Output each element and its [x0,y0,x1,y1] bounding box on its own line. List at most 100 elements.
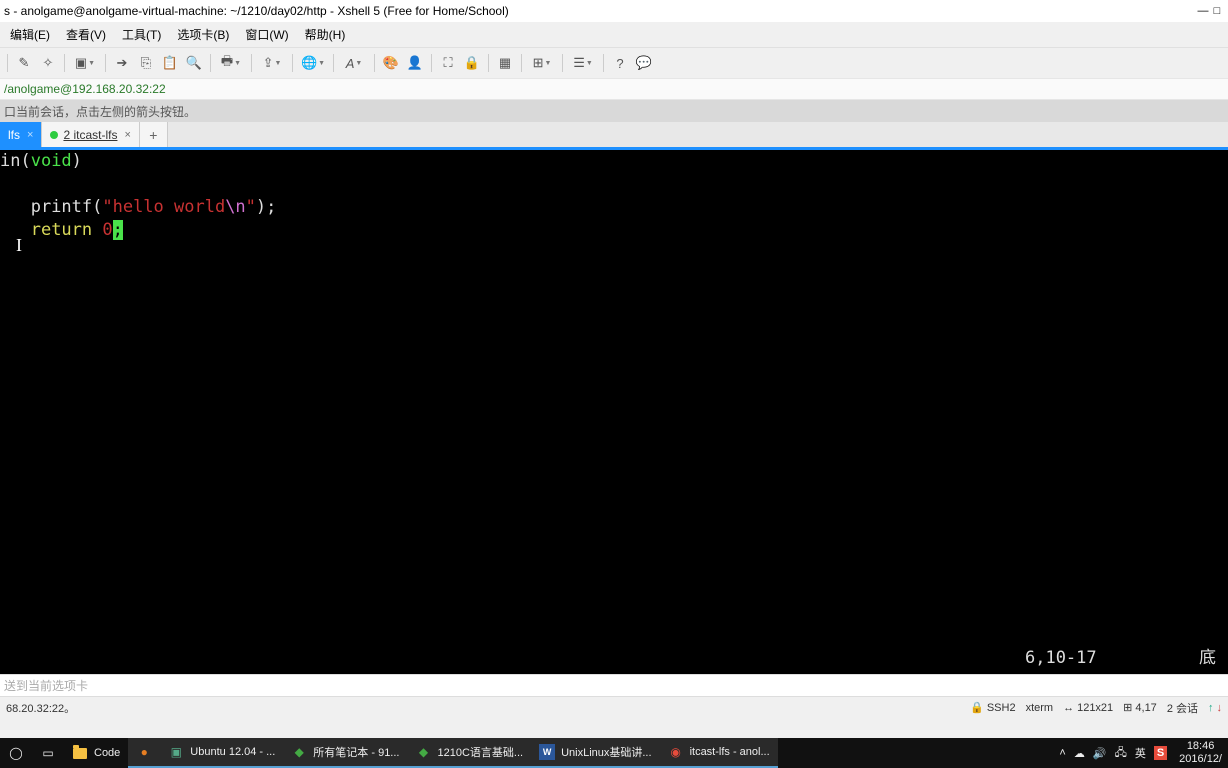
copy-icon[interactable]: ⎘ [135,52,157,74]
tab-lfs[interactable]: lfs × [0,122,42,147]
address-text: /anolgame@192.168.20.32:22 [4,82,166,96]
lock-icon[interactable]: 🔒 [461,52,483,74]
status-pos: ⊞4,17 [1123,701,1157,714]
window-titlebar: s - anolgame@anolgame-virtual-machine: ~… [0,0,1228,22]
close-icon[interactable]: × [124,129,130,141]
circle-icon: ◯ [8,745,24,761]
print-icon[interactable]: 🖶▼ [216,52,246,74]
status-term: xterm [1026,702,1054,714]
hint-bar: 口当前会话，点击左侧的箭头按钮。 [0,100,1228,122]
add-tab-button[interactable]: + [140,122,168,147]
elephant-icon: ◆ [415,744,431,760]
status-bar: 68.20.32:22。 🔒SSH2 xterm ↔121x21 ⊞4,17 2… [0,696,1228,718]
code-string: " [246,197,256,217]
arrow-up-icon: ↑ [1208,702,1214,714]
font-icon[interactable]: A▼ [339,52,369,74]
taskbar-clock[interactable]: 18:46 2016/12/ [1173,740,1228,766]
network-icon[interactable]: 🖧 [1115,744,1127,763]
send-input[interactable] [4,679,1224,693]
taskbar-label: UnixLinux基础讲... [561,744,651,760]
taskbar-label: 1210C语言基础... [437,744,523,760]
lock-icon: 🔒 [970,701,984,714]
arrow-icon[interactable]: ➔ [111,52,133,74]
fullscreen-icon[interactable]: ⛶ [437,52,459,74]
search-icon[interactable]: 🔍 [183,52,205,74]
tab-strip: lfs × 2 itcast-lfs × + [0,122,1228,150]
code-text: ) [72,151,82,171]
chat-icon[interactable]: 💬 [633,52,655,74]
code-keyword: void [31,151,72,171]
tab-label: lfs [8,128,20,142]
taskbar-word[interactable]: WUnixLinux基础讲... [531,738,659,768]
grid-icon[interactable]: ▦ [494,52,516,74]
code-text: in( [0,151,31,171]
taskview-icon: ▭ [40,745,56,761]
taskbar-firefox[interactable]: ● [128,738,160,768]
firefox-icon: ● [136,744,152,760]
taskbar-label: itcast-lfs - anol... [690,746,770,758]
toolbar: ✎ ✧ ▣▼ ➔ ⎘ 📋 🔍 🖶▼ ⇪▼ 🌐▼ A▼ 🎨 👤 ⛶ 🔒 ▦ ⊞▼ … [0,48,1228,78]
code-keyword: return [31,220,92,240]
hint-text: 口当前会话，点击左侧的箭头按钮。 [4,103,196,120]
taskbar-evernote1[interactable]: ◆所有笔记本 - 91... [283,738,407,768]
globe-icon[interactable]: 🌐▼ [298,52,328,74]
menubar: 编辑(E) 查看(V) 工具(T) 选项卡(B) 窗口(W) 帮助(H) [0,22,1228,48]
volume-icon[interactable]: 🔊 [1093,747,1107,760]
ime-indicator[interactable]: 英 [1135,745,1146,761]
paste-icon[interactable]: 📋 [159,52,181,74]
minimize-icon[interactable]: — [1196,5,1210,17]
status-sessions: 2 会话 [1167,700,1198,716]
status-size: ↔121x21 [1063,702,1113,714]
clock-time: 18:46 [1179,740,1222,753]
grid-icon: ⊞ [1123,701,1132,714]
code-text [92,220,102,240]
code-text: ); [256,197,276,217]
code-string: "hello world [102,197,225,217]
close-icon[interactable]: × [27,129,33,141]
address-bar[interactable]: /anolgame@192.168.20.32:22 [0,78,1228,100]
palette-icon[interactable]: 🎨 [380,52,402,74]
menu-view[interactable]: 查看(V) [60,23,112,46]
taskbar-code[interactable]: Code [64,738,128,768]
folder-icon [72,745,88,761]
chevron-up-icon[interactable]: ˄ [1059,747,1065,759]
taskbar-label: Code [94,747,120,759]
terminal-cursor: ; [113,220,123,240]
resize-icon: ↔ [1063,702,1074,714]
wand-icon[interactable]: ✧ [37,52,59,74]
sogou-icon[interactable]: S [1154,746,1167,760]
elephant-icon: ◆ [291,744,307,760]
status-dot-icon [50,131,58,139]
taskview-button[interactable]: ▭ [32,738,64,768]
menu-edit[interactable]: 编辑(E) [4,23,56,46]
maximize-icon[interactable]: □ [1210,5,1224,17]
cloud-icon[interactable]: ☁ [1074,747,1085,760]
vm-icon: ▣ [168,744,184,760]
menu-window[interactable]: 窗口(W) [239,23,294,46]
code-text: printf( [0,197,102,217]
arrow-down-icon: ↓ [1217,702,1223,714]
status-ssh: 🔒SSH2 [970,701,1015,714]
system-tray[interactable]: ˄ ☁ 🔊 🖧 英 S [1053,744,1173,763]
brush-icon[interactable]: ✎ [13,52,35,74]
text-cursor-icon: I [16,234,22,257]
xshell-icon: ◉ [668,744,684,760]
connect-icon[interactable]: ▣▼ [70,52,100,74]
taskbar-xshell[interactable]: ◉ itcast-lfs - anol... [660,738,778,768]
terminal-view[interactable]: in(void) printf("hello world\n"); return… [0,150,1228,674]
menu-tools[interactable]: 工具(T) [116,23,167,46]
menu-options[interactable]: 选项卡(B) [171,23,235,46]
menu-help[interactable]: 帮助(H) [299,23,352,46]
plus-window-icon[interactable]: ⊞▼ [527,52,557,74]
cortana-button[interactable]: ◯ [0,738,32,768]
user-icon[interactable]: 👤 [404,52,426,74]
taskbar-evernote2[interactable]: ◆ 1210C语言基础... [407,738,531,768]
tab-itcast-lfs[interactable]: 2 itcast-lfs × [42,122,139,147]
help-icon[interactable]: ? [609,52,631,74]
tab-label: 2 itcast-lfs [63,128,117,142]
send-icon[interactable]: ⇪▼ [257,52,287,74]
taskbar-ubuntu[interactable]: ▣Ubuntu 12.04 - ... [160,738,283,768]
column-icon[interactable]: ☰▼ [568,52,598,74]
code-number: 0 [102,220,112,240]
clock-date: 2016/12/ [1179,753,1222,766]
